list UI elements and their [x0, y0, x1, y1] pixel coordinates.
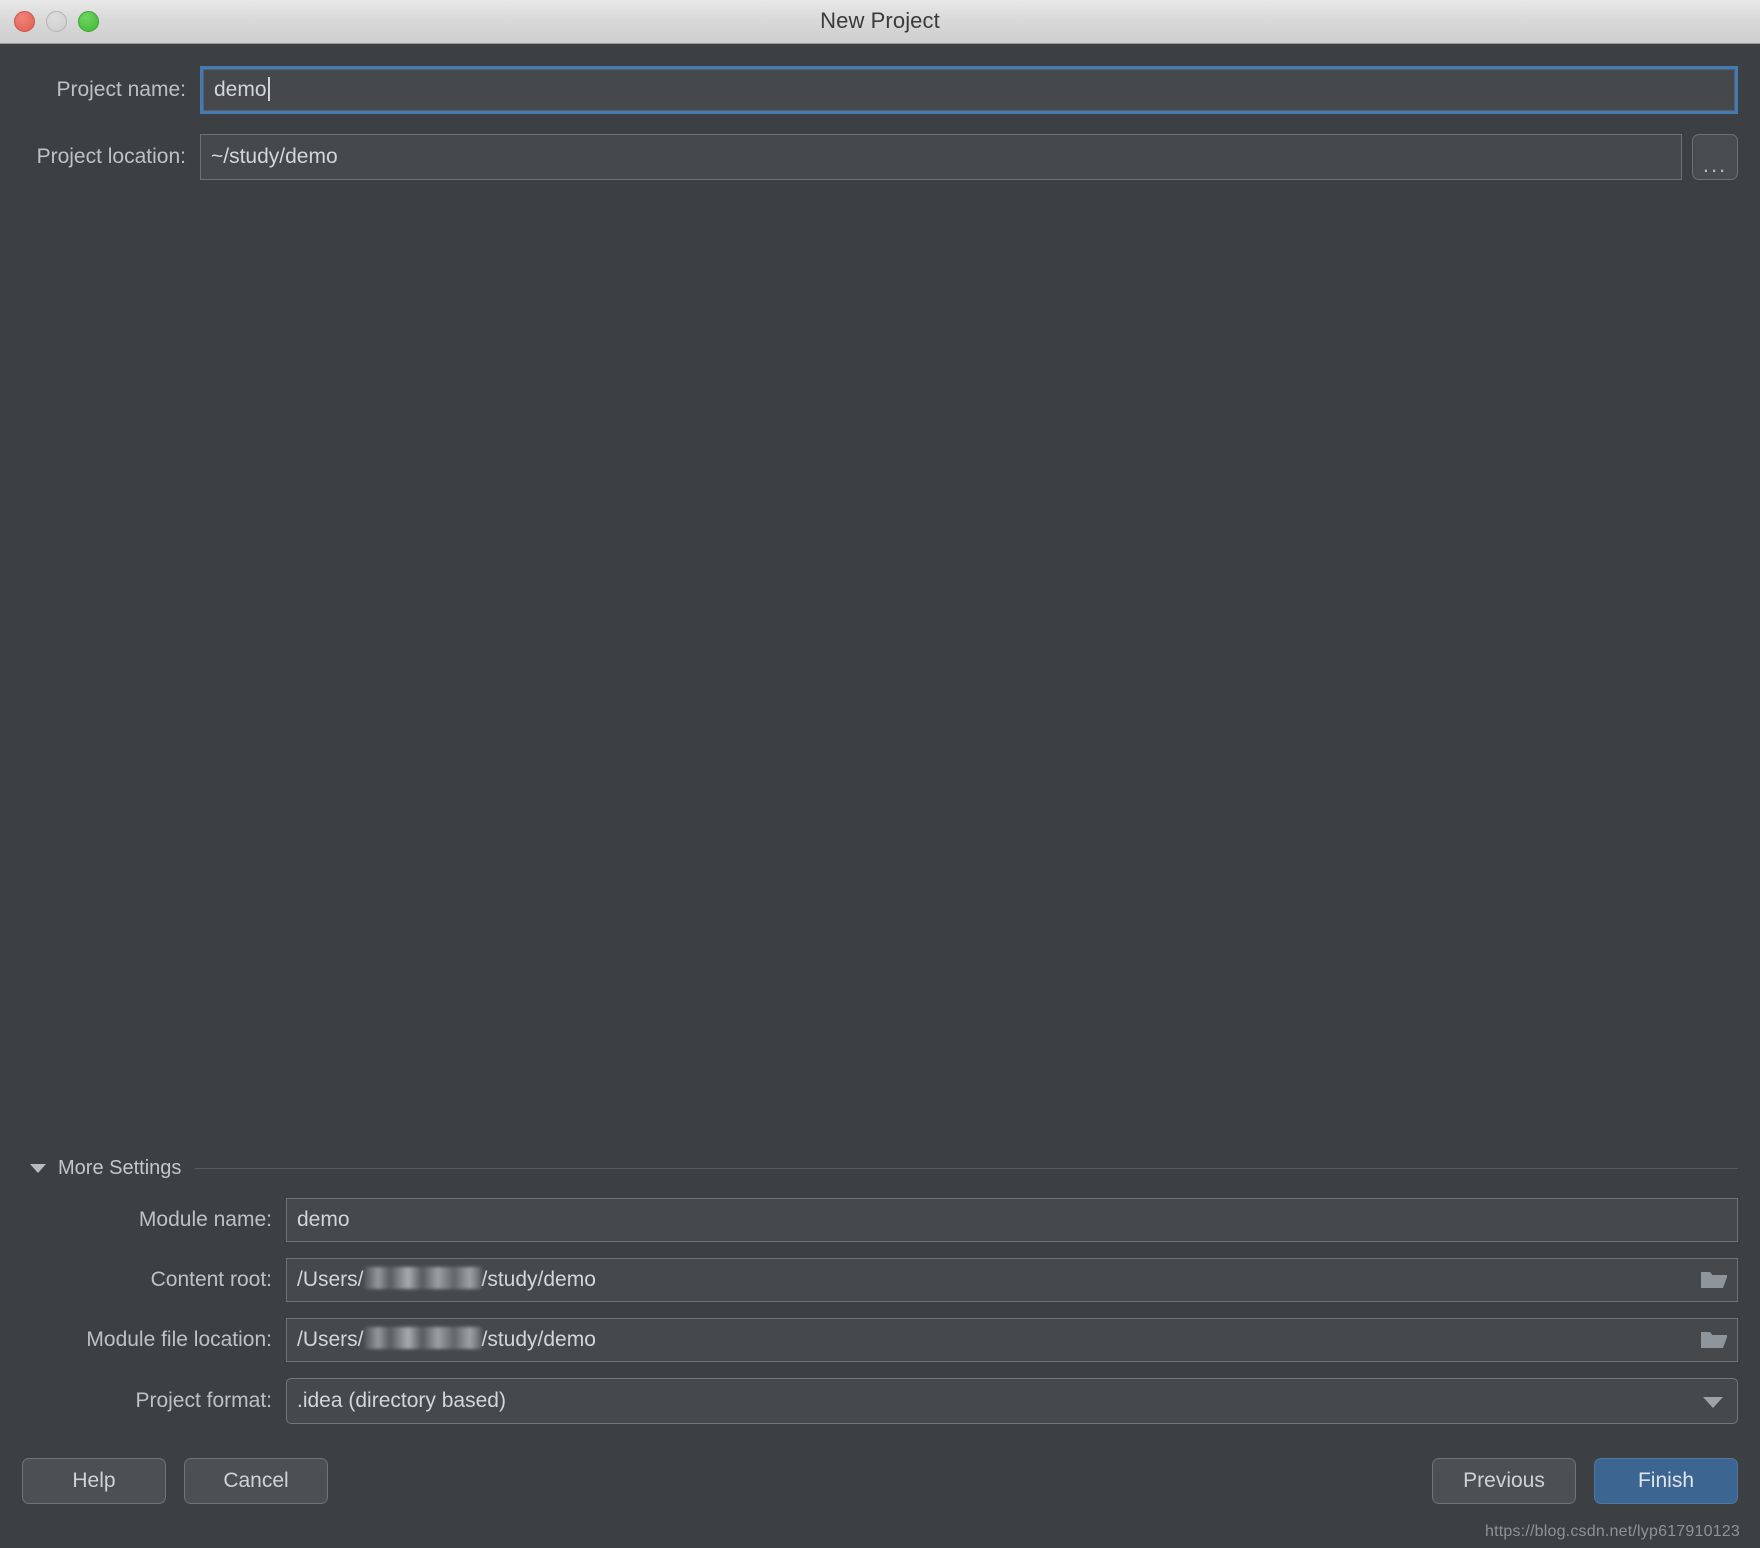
project-location-browse-button[interactable]: ...	[1692, 134, 1738, 180]
project-format-select[interactable]: .idea (directory based)	[286, 1378, 1738, 1424]
project-location-input[interactable]: ~/study/demo	[200, 134, 1682, 180]
content-root-label: Content root:	[150, 1268, 272, 1291]
project-format-label: Project format:	[135, 1389, 272, 1412]
content-root-value-suffix: /study/demo	[481, 1268, 596, 1291]
finish-button[interactable]: Finish	[1594, 1458, 1738, 1504]
module-file-location-value-suffix: /study/demo	[481, 1328, 596, 1351]
module-file-location-row: Module file location: /Users/ /study/demo	[0, 1318, 1760, 1362]
module-file-location-value-prefix: /Users/	[297, 1328, 364, 1351]
chevron-down-icon[interactable]	[1703, 1397, 1723, 1408]
module-name-row: Module name: demo	[0, 1198, 1760, 1242]
project-name-value: demo	[214, 78, 267, 101]
project-location-row: Project location: ~/study/demo ...	[0, 134, 1738, 180]
section-divider	[195, 1168, 1738, 1169]
module-file-location-label: Module file location:	[86, 1328, 272, 1351]
project-name-row: Project name: demo	[0, 66, 1738, 114]
titlebar: New Project	[0, 0, 1760, 44]
new-project-dialog: New Project Project name: demo Project l…	[0, 0, 1760, 1548]
previous-button[interactable]: Previous	[1432, 1458, 1576, 1504]
dialog-content: Project name: demo Project location: ~/s…	[0, 44, 1760, 1548]
watermark-text: https://blog.csdn.net/lyp617910123	[1485, 1523, 1740, 1540]
more-settings-section: More Settings Module name: demo Content …	[0, 1157, 1760, 1440]
module-name-label: Module name:	[138, 1208, 272, 1231]
top-form: Project name: demo Project location: ~/s…	[0, 44, 1760, 180]
window-title: New Project	[820, 8, 940, 33]
project-name-label: Project name:	[56, 78, 186, 101]
footer-buttons: Help Cancel Previous Finish	[22, 1458, 1738, 1504]
folder-icon[interactable]	[1699, 1328, 1729, 1352]
help-button[interactable]: Help	[22, 1458, 166, 1504]
more-settings-header[interactable]: More Settings	[0, 1157, 1760, 1180]
project-name-input[interactable]: demo	[200, 66, 1738, 114]
redacted-username	[363, 1327, 482, 1349]
project-location-label: Project location:	[36, 145, 186, 168]
cancel-button[interactable]: Cancel	[184, 1458, 328, 1504]
folder-icon[interactable]	[1699, 1268, 1729, 1292]
ellipsis-icon: ...	[1702, 152, 1728, 177]
content-root-row: Content root: /Users/ /study/demo	[0, 1258, 1760, 1302]
module-name-input[interactable]: demo	[286, 1198, 1738, 1242]
module-file-location-input[interactable]: /Users/ /study/demo	[286, 1318, 1738, 1362]
project-format-value: .idea (directory based)	[297, 1389, 506, 1412]
content-root-input[interactable]: /Users/ /study/demo	[286, 1258, 1738, 1302]
project-format-row: Project format: .idea (directory based)	[0, 1378, 1760, 1424]
more-settings-title: More Settings	[58, 1157, 182, 1179]
text-caret	[267, 77, 270, 101]
content-root-value-prefix: /Users/	[297, 1268, 364, 1291]
dialog-footer: Help Cancel Previous Finish https://blog…	[0, 1440, 1760, 1548]
redacted-username	[363, 1267, 482, 1289]
collapse-triangle-icon[interactable]	[30, 1164, 46, 1173]
